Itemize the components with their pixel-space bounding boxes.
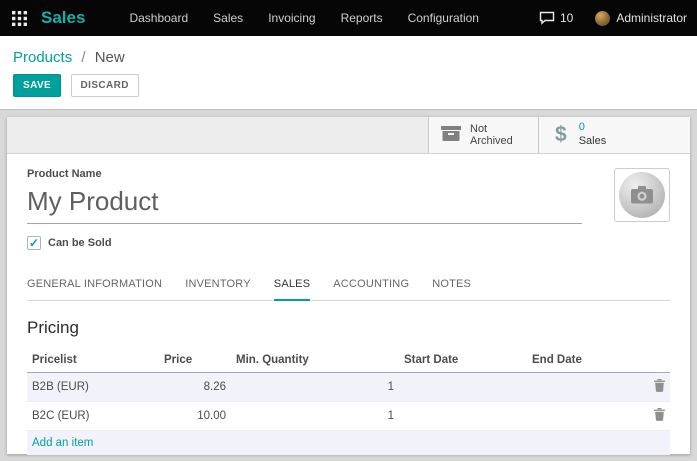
archive-stat-button[interactable]: Not Archived <box>428 117 538 153</box>
apps-grid-icon[interactable] <box>12 11 27 26</box>
delete-row-icon[interactable] <box>654 408 665 424</box>
nav-item-dashboard[interactable]: Dashboard <box>129 11 188 25</box>
cell-price[interactable]: 8.26 <box>159 373 231 402</box>
form-action-buttons: SAVE DISCARD <box>0 71 697 109</box>
sales-stat-text: 0 Sales <box>579 121 607 149</box>
cell-pricelist[interactable]: B2C (EUR) <box>27 402 159 431</box>
can-be-sold-row: ✓ Can be Sold <box>27 236 582 250</box>
breadcrumb-products-link[interactable]: Products <box>13 49 72 66</box>
form-view-area: Not Archived $ 0 Sales Product Name ✓ <box>0 109 697 461</box>
stat-button-band: Not Archived $ 0 Sales <box>7 117 690 154</box>
cell-pricelist[interactable]: B2B (EUR) <box>27 373 159 402</box>
sales-stat-button[interactable]: $ 0 Sales <box>538 117 690 153</box>
messages-count[interactable]: 10 <box>560 11 573 25</box>
top-navbar: Sales Dashboard Sales Invoicing Reports … <box>0 0 697 36</box>
product-image-placeholder[interactable] <box>614 168 670 222</box>
pricelist-row-b2c[interactable]: B2C (EUR) 10.00 1 <box>27 402 670 431</box>
product-header-row: Product Name ✓ Can be Sold <box>27 168 670 250</box>
cell-end-date[interactable] <box>527 402 642 431</box>
pricelist-header-row: Pricelist Price Min. Quantity Start Date… <box>27 349 670 373</box>
product-name-input[interactable] <box>27 182 582 224</box>
pricelist-table: Pricelist Price Min. Quantity Start Date… <box>27 349 670 455</box>
col-header-end-date: End Date <box>527 349 642 373</box>
cell-min-quantity[interactable]: 1 <box>231 373 399 402</box>
form-sheet: Not Archived $ 0 Sales Product Name ✓ <box>7 117 690 454</box>
archive-stat-label: Not Archived <box>470 123 526 147</box>
user-avatar[interactable] <box>595 11 610 26</box>
user-menu[interactable]: Administrator <box>616 11 687 25</box>
nav-item-configuration[interactable]: Configuration <box>408 11 479 25</box>
cell-start-date[interactable] <box>399 402 527 431</box>
product-name-label: Product Name <box>27 168 582 180</box>
col-header-price: Price <box>159 349 231 373</box>
product-name-block: Product Name ✓ Can be Sold <box>27 168 582 250</box>
col-header-actions <box>642 349 670 373</box>
breadcrumb: Products / New <box>0 36 697 71</box>
nav-item-invoicing[interactable]: Invoicing <box>268 11 315 25</box>
add-item-row[interactable]: Add an item <box>27 431 670 456</box>
camera-placeholder-circle <box>619 172 665 218</box>
col-header-pricelist: Pricelist <box>27 349 159 373</box>
delete-row-icon[interactable] <box>654 379 665 395</box>
breadcrumb-current: New <box>95 49 125 66</box>
nav-item-sales[interactable]: Sales <box>213 11 243 25</box>
app-brand-title[interactable]: Sales <box>41 8 85 28</box>
can-be-sold-checkbox[interactable]: ✓ <box>27 236 41 250</box>
save-button[interactable]: SAVE <box>13 74 61 97</box>
col-header-start-date: Start Date <box>399 349 527 373</box>
pricing-section-title: Pricing <box>27 318 670 338</box>
can-be-sold-label: Can be Sold <box>48 237 112 249</box>
discard-button[interactable]: DISCARD <box>71 74 139 97</box>
navbar-right: 10 Administrator <box>539 11 697 26</box>
cell-price[interactable]: 10.00 <box>159 402 231 431</box>
notebook-tabs: GENERAL INFORMATION INVENTORY SALES ACCO… <box>27 270 670 301</box>
sales-stat-label: Sales <box>579 135 607 149</box>
messages-icon[interactable] <box>539 11 555 25</box>
pricelist-row-b2b[interactable]: B2B (EUR) 8.26 1 <box>27 373 670 402</box>
checkmark-icon: ✓ <box>29 237 39 249</box>
col-header-min-quantity: Min. Quantity <box>231 349 399 373</box>
archive-box-icon <box>441 125 461 146</box>
tab-accounting[interactable]: ACCOUNTING <box>333 270 409 300</box>
breadcrumb-separator: / <box>81 49 85 66</box>
cell-start-date[interactable] <box>399 373 527 402</box>
tab-notes[interactable]: NOTES <box>432 270 471 300</box>
add-item-link[interactable]: Add an item <box>27 431 670 456</box>
camera-icon <box>631 186 653 204</box>
cell-end-date[interactable] <box>527 373 642 402</box>
tab-general-information[interactable]: GENERAL INFORMATION <box>27 270 162 300</box>
form-sheet-body: Product Name ✓ Can be Sold <box>7 154 690 455</box>
sales-stat-count: 0 <box>579 121 607 135</box>
stat-band-spacer <box>7 117 428 153</box>
tab-sales[interactable]: SALES <box>274 270 310 301</box>
tab-inventory[interactable]: INVENTORY <box>185 270 251 300</box>
nav-item-reports[interactable]: Reports <box>341 11 383 25</box>
dollar-icon: $ <box>555 123 567 147</box>
main-menu: Dashboard Sales Invoicing Reports Config… <box>129 11 504 25</box>
cell-min-quantity[interactable]: 1 <box>231 402 399 431</box>
